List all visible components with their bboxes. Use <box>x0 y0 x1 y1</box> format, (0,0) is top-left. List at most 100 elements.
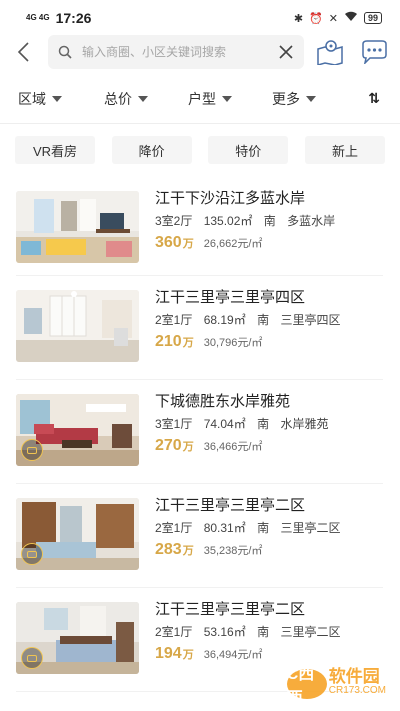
sort-button[interactable]: ⇅ <box>368 90 390 107</box>
listing-photo <box>16 290 139 362</box>
listing-unit-price: 35,238元/㎡ <box>203 545 263 557</box>
listing-meta: 2室1厅 68.19㎡ 南 三里亭四区 <box>155 312 383 328</box>
filter-label: 户型 <box>188 90 216 107</box>
listing-title: 下城德胜东水岸雅苑 <box>155 393 291 410</box>
listing-orientation: 南 <box>257 417 270 431</box>
listing-area: 80.31㎡ <box>203 521 246 535</box>
listing-title: 江干三里亭三里亭二区 <box>155 497 306 514</box>
clear-icon[interactable] <box>278 44 294 60</box>
listing-price-unit: 万 <box>182 441 194 453</box>
listing-item[interactable]: 江干三里亭三里亭四区 2室1厅 68.19㎡ 南 三里亭四区 210 万 30,… <box>16 276 383 380</box>
status-time: 17:26 <box>55 10 92 26</box>
listing-title: 江干三里亭三里亭二区 <box>155 601 306 618</box>
network-indicator: 4G 4G <box>26 13 50 22</box>
listing-orientation: 南 <box>257 625 270 639</box>
listing-unit-price: 26,662元/㎡ <box>203 238 263 250</box>
map-button[interactable] <box>312 36 348 68</box>
bluetooth-icon: ✱ <box>293 12 304 25</box>
listing-area: 74.04㎡ <box>203 417 246 431</box>
search-icon <box>58 45 72 59</box>
listing-unit-price: 36,494元/㎡ <box>203 649 263 661</box>
listing-layout: 3室1厅 <box>155 417 193 431</box>
listing-orientation: 南 <box>257 313 270 327</box>
filter-label: 更多 <box>272 90 300 107</box>
listing-area: 68.19㎡ <box>203 313 246 327</box>
search-input[interactable] <box>82 45 268 59</box>
listing-area: 135.02㎡ <box>203 214 253 228</box>
listing-item[interactable]: 江干下沙沿江多蓝水岸 3室2厅 135.02㎡ 南 多蓝水岸 360 万 26,… <box>16 174 383 276</box>
listing-community: 多蓝水岸 <box>287 214 336 228</box>
listing-community: 三里亭二区 <box>280 625 341 639</box>
listing-unit-price: 30,796元/㎡ <box>203 337 263 349</box>
filter-district[interactable]: 区域 <box>18 89 102 109</box>
mute-icon: ✕ <box>328 12 338 25</box>
listing-area: 53.16㎡ <box>203 625 246 639</box>
listing-meta: 3室1厅 74.04㎡ 南 水岸雅苑 <box>155 416 383 432</box>
alarm-icon: ⏰ <box>309 12 323 25</box>
listing-item[interactable]: 江干三里亭三里亭二区 2室1厅 80.31㎡ 南 三里亭二区 283 万 35,… <box>16 484 383 588</box>
watermark-badge: C西西 <box>286 666 327 707</box>
caret-down-icon <box>222 95 232 102</box>
listing-list: 江干下沙沿江多蓝水岸 3室2厅 135.02㎡ 南 多蓝水岸 360 万 26,… <box>0 174 400 692</box>
status-bar: 4G 4G 17:26 ✱ ⏰ ✕ 99 <box>0 0 400 36</box>
filter-more[interactable]: 更多 <box>270 89 354 109</box>
listing-price-unit: 万 <box>182 649 194 661</box>
listing-price: 194 <box>155 645 182 662</box>
listing-meta: 2室1厅 53.16㎡ 南 三里亭二区 <box>155 624 383 640</box>
filter-bar: 区域 总价 户型 更多 ⇅ <box>0 74 400 124</box>
chip-new[interactable]: 新上 <box>304 136 385 164</box>
vr-badge-icon <box>21 439 43 461</box>
back-button[interactable] <box>12 36 34 68</box>
listing-orientation: 南 <box>257 521 270 535</box>
listing-photo <box>16 394 139 466</box>
listing-photo <box>16 498 139 570</box>
listing-layout: 2室1厅 <box>155 521 193 535</box>
chip-vr[interactable]: VR看房 <box>15 136 95 164</box>
vr-badge-icon <box>21 543 43 565</box>
listing-item[interactable]: 下城德胜东水岸雅苑 3室1厅 74.04㎡ 南 水岸雅苑 270 万 36,46… <box>16 380 383 484</box>
wifi-icon <box>344 11 358 25</box>
listing-price: 270 <box>155 437 182 454</box>
watermark-main-text: 软件园 <box>328 667 380 686</box>
listing-price: 210 <box>155 333 182 350</box>
battery-indicator: 99 <box>363 12 382 24</box>
caret-down-icon <box>306 95 316 102</box>
listing-orientation: 南 <box>263 214 276 228</box>
chat-bubble-icon <box>362 40 387 64</box>
quick-filter-chips: VR看房 降价 特价 新上 <box>0 124 400 174</box>
chevron-left-icon <box>17 42 29 62</box>
watermark-logo: C西西 软件园 CR173.COM <box>286 666 386 707</box>
chip-price-drop[interactable]: 降价 <box>111 136 192 164</box>
map-icon <box>317 40 343 65</box>
listing-price-unit: 万 <box>182 337 194 349</box>
listing-title: 江干三里亭三里亭四区 <box>155 289 306 306</box>
listing-photo <box>16 191 139 263</box>
listing-price: 360 <box>155 234 182 251</box>
listing-layout: 3室2厅 <box>155 214 193 228</box>
search-row <box>0 35 400 69</box>
listing-meta: 3室2厅 135.02㎡ 南 多蓝水岸 <box>155 213 383 229</box>
listing-community: 三里亭四区 <box>280 313 341 327</box>
listing-price-unit: 万 <box>182 545 194 557</box>
listing-layout: 2室1厅 <box>155 313 193 327</box>
watermark-sub-text: CR173.COM <box>328 685 386 696</box>
listing-unit-price: 36,466元/㎡ <box>203 441 263 453</box>
listing-meta: 2室1厅 80.31㎡ 南 三里亭二区 <box>155 520 383 536</box>
caret-down-icon <box>52 95 62 102</box>
chip-special-price[interactable]: 特价 <box>208 136 289 164</box>
listing-photo <box>16 602 139 674</box>
filter-total-price[interactable]: 总价 <box>102 89 186 109</box>
vr-badge-icon <box>21 647 43 669</box>
caret-down-icon <box>138 95 148 102</box>
listing-community: 三里亭二区 <box>280 521 341 535</box>
message-button[interactable] <box>356 36 392 68</box>
listing-price: 283 <box>155 541 182 558</box>
listing-price-unit: 万 <box>182 238 194 250</box>
filter-layout[interactable]: 户型 <box>186 89 270 109</box>
filter-label: 总价 <box>104 90 132 107</box>
search-box[interactable] <box>48 35 304 69</box>
listing-layout: 2室1厅 <box>155 625 193 639</box>
filter-label: 区域 <box>18 90 46 107</box>
listing-community: 水岸雅苑 <box>280 417 329 431</box>
listing-title: 江干下沙沿江多蓝水岸 <box>155 190 306 207</box>
